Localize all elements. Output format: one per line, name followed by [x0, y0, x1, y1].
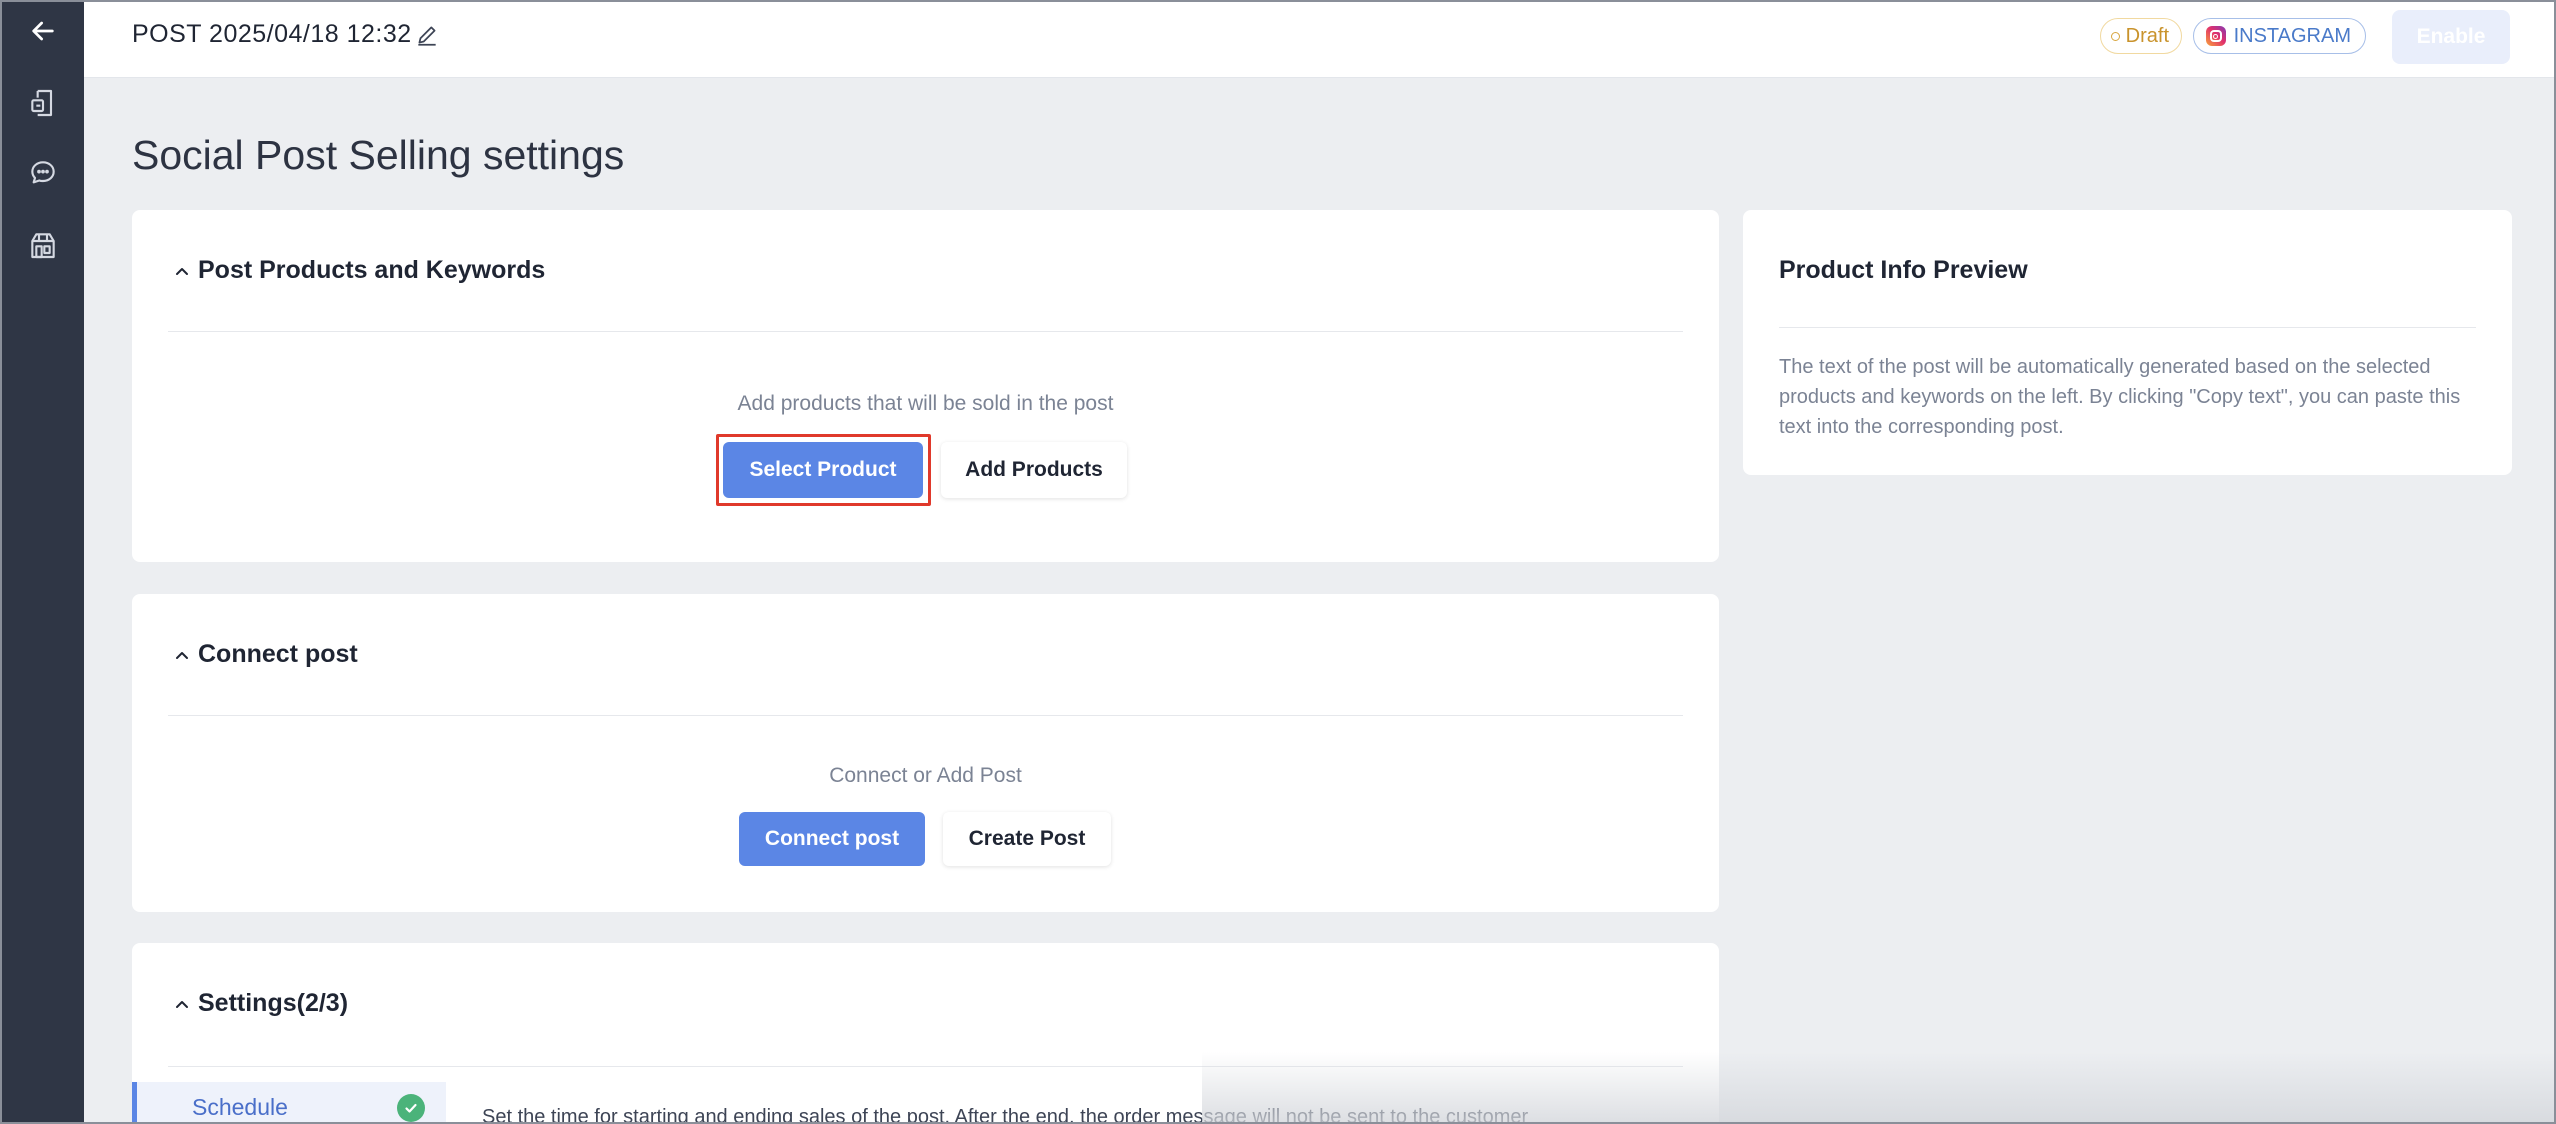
- schedule-description: Set the time for starting and ending sal…: [482, 1106, 1529, 1124]
- sidebar: [2, 2, 84, 1122]
- add-products-button[interactable]: Add Products: [941, 442, 1127, 498]
- chat-bubble-icon: [31, 161, 55, 184]
- tab-schedule-label: Schedule: [192, 1094, 288, 1120]
- store-icon: [31, 233, 55, 259]
- settings-card: Settings(2/3) Schedule Set the time for …: [132, 943, 1719, 1124]
- preview-text: The text of the post will be automatical…: [1779, 356, 2461, 438]
- products-card: Post Products and Keywords Add products …: [132, 210, 1719, 562]
- instagram-icon: [2205, 26, 2226, 46]
- check-circle-icon: [397, 1094, 425, 1122]
- products-card-title: Post Products and Keywords: [198, 256, 546, 284]
- chevron-up-icon[interactable]: [174, 648, 190, 664]
- top-bar: POST 2025/04/18 12:32 Draft INSTAGRAM En…: [84, 2, 2554, 78]
- connect-card: Connect post Connect or Add Post Connect…: [132, 594, 1719, 912]
- status-badge-label: Draft: [2125, 24, 2169, 47]
- preview-card-title: Product Info Preview: [1779, 256, 2028, 284]
- sidebar-item-messages[interactable]: [18, 148, 68, 198]
- app-window: POST 2025/04/18 12:32 Draft INSTAGRAM En…: [0, 0, 2556, 1124]
- status-badge: Draft: [2099, 18, 2182, 54]
- select-product-button[interactable]: Select Product: [723, 442, 923, 498]
- platform-badge: INSTAGRAM: [2192, 18, 2366, 54]
- chevron-up-icon[interactable]: [174, 264, 190, 280]
- post-document-icon: [31, 89, 53, 117]
- chevron-up-icon[interactable]: [174, 997, 190, 1013]
- tab-schedule[interactable]: Schedule: [132, 1082, 446, 1122]
- connect-hint: Connect or Add Post: [829, 764, 1022, 787]
- sidebar-item-posts[interactable]: [18, 78, 68, 128]
- create-post-button[interactable]: Create Post: [943, 812, 1111, 866]
- pencil-icon[interactable]: [414, 22, 440, 48]
- connect-post-button[interactable]: Connect post: [739, 812, 925, 866]
- platform-badge-label: INSTAGRAM: [2233, 24, 2351, 47]
- connect-card-header[interactable]: Connect post: [168, 594, 1683, 716]
- status-dot-icon: [2110, 31, 2120, 41]
- back-button[interactable]: [18, 6, 68, 56]
- page-title: Social Post Selling settings: [132, 132, 625, 178]
- preview-divider: [1779, 327, 2476, 328]
- settings-card-title: Settings(2/3): [198, 989, 349, 1017]
- connect-card-title: Connect post: [198, 640, 358, 668]
- enable-button[interactable]: Enable: [2392, 10, 2510, 64]
- products-card-header[interactable]: Post Products and Keywords: [168, 210, 1683, 332]
- preview-card: Product Info Preview The text of the pos…: [1743, 210, 2512, 475]
- products-hint: Add products that will be sold in the po…: [737, 392, 1114, 415]
- settings-card-header[interactable]: Settings(2/3): [168, 943, 1683, 1067]
- post-title: POST 2025/04/18 12:32: [132, 20, 412, 48]
- back-arrow-icon: [32, 21, 54, 41]
- sidebar-item-store[interactable]: [18, 220, 68, 270]
